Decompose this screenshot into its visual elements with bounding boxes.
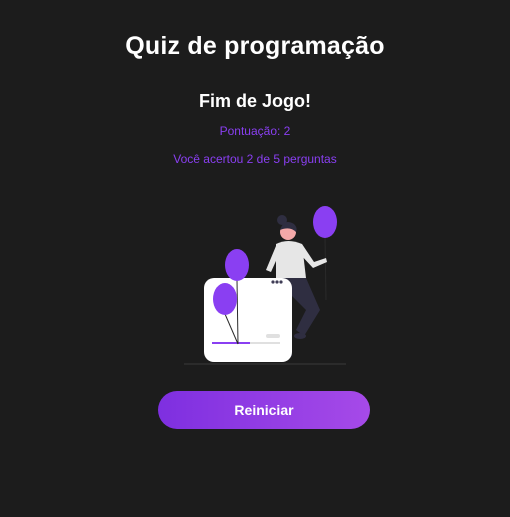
balloon-right xyxy=(313,206,337,238)
balloon-bottom-left xyxy=(213,283,237,315)
balloon-top-left xyxy=(225,249,249,281)
quiz-screen: Quiz de programação Fim de Jogo! Pontuaç… xyxy=(0,0,510,517)
score-text: Pontuação: 2 xyxy=(219,124,291,138)
result-summary: Você acertou 2 de 5 perguntas xyxy=(173,152,337,166)
woman-with-balloons-illustration xyxy=(184,206,346,365)
game-over-heading: Fim de Jogo! xyxy=(199,91,311,111)
restart-button[interactable]: Reiniciar xyxy=(158,391,370,429)
app-title: Quiz de programação xyxy=(125,32,385,60)
